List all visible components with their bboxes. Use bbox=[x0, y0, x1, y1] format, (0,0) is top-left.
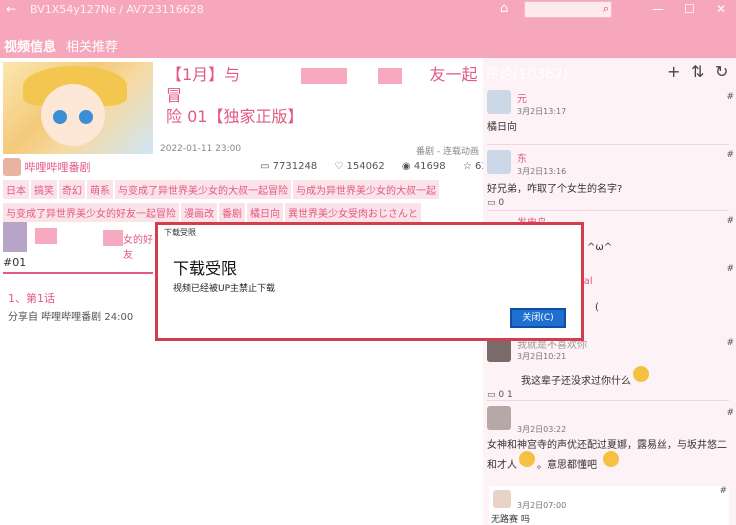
video-cover[interactable] bbox=[3, 62, 153, 154]
emoji-icon bbox=[603, 451, 619, 467]
comment-text: 无路赛 吗 bbox=[491, 515, 530, 525]
tag[interactable]: 日本 bbox=[3, 180, 29, 199]
add-icon[interactable]: + bbox=[667, 62, 680, 81]
search-input[interactable]: ⌕ bbox=[524, 1, 612, 18]
download-restricted-dialog: 下载受限 下载受限 视频已经被UP主禁止下载 关闭(C) bbox=[155, 222, 584, 341]
coins-stat[interactable]: ◉ 41698 bbox=[402, 161, 453, 172]
comment-time: 3月2日07:00 bbox=[517, 501, 567, 510]
dialog-title: 下载受限 bbox=[173, 259, 238, 278]
views-stat: ▭ 7731248 bbox=[260, 161, 318, 172]
comment-time: 3月2日10:21 bbox=[517, 352, 567, 361]
comment-likes[interactable]: ▭ 0 1 bbox=[487, 390, 513, 400]
comment-text: ( bbox=[595, 302, 599, 313]
tab-related[interactable]: 相关推荐 bbox=[66, 36, 118, 55]
refresh-icon[interactable]: ↻ bbox=[715, 62, 728, 81]
avatar[interactable] bbox=[487, 338, 511, 362]
tag[interactable]: 奇幻 bbox=[59, 180, 85, 199]
minimize-button[interactable]: — bbox=[652, 2, 664, 16]
comment-text: 我这辈子还没求过你什么 bbox=[521, 376, 631, 387]
tab-bar: 视频信息 相关推荐 bbox=[0, 20, 736, 58]
tag-list: 日本 搞笑 奇幻 萌系 与变成了异世界美少女的大叔一起冒险 与成为异世界美少女的大叔一起 … bbox=[3, 180, 481, 226]
back-arrow-icon[interactable]: ← bbox=[6, 2, 16, 16]
avatar bbox=[3, 158, 21, 176]
tag[interactable]: 与成为异世界美少女的大叔一起 bbox=[293, 180, 439, 199]
likes-stat[interactable]: ♡ 154062 bbox=[334, 161, 391, 172]
part-item[interactable]: 女的好友 bbox=[3, 222, 153, 261]
comment-text: 女神和神宫寺的声优还配过夏娜，露易丝，与坂井悠二 bbox=[487, 440, 727, 451]
comment-text: 。意思都懂吧 bbox=[537, 460, 597, 471]
comment-time: 3月2日13:16 bbox=[517, 167, 567, 176]
comment-author[interactable]: 东 bbox=[517, 150, 527, 165]
avatar[interactable] bbox=[487, 150, 511, 174]
sort-icon[interactable]: ⇅ bbox=[691, 62, 704, 81]
publish-date: 2022-01-11 23:00 bbox=[160, 144, 242, 154]
uploader[interactable]: 哔哩哔哩番剧 bbox=[3, 158, 91, 176]
tag[interactable]: 与变成了异世界美少女的好友一起冒险 bbox=[3, 203, 179, 222]
tag[interactable]: 漫画改 bbox=[181, 203, 217, 222]
comment-text: 好兄弟，咋取了个女生的名字? bbox=[487, 184, 623, 195]
tag[interactable]: 番剧 bbox=[219, 203, 245, 222]
comment-likes[interactable]: ▭ 0 bbox=[487, 198, 504, 208]
tag[interactable]: 萌系 bbox=[87, 180, 113, 199]
comment-text: 和才人 bbox=[487, 460, 517, 471]
tag[interactable]: 橘日向 bbox=[247, 203, 283, 222]
comment-card[interactable]: # 3月2日07:00 无路赛 吗 bbox=[489, 486, 729, 525]
tag[interactable]: 異世界美少女受肉おじさんと bbox=[285, 203, 421, 222]
avatar[interactable] bbox=[493, 490, 511, 508]
comment-author[interactable]: 元 bbox=[517, 90, 527, 105]
comment-text: 橘日向 bbox=[487, 122, 517, 133]
category[interactable]: 番剧 - 连载动画 bbox=[416, 144, 479, 157]
title-bar: ← BV1X54y127Ne / AV723116628 ⌂ ⌕ — ☐ ✕ bbox=[0, 0, 736, 20]
close-window-button[interactable]: ✕ bbox=[716, 2, 726, 16]
search-icon[interactable]: ⌕ bbox=[603, 2, 609, 16]
tag[interactable]: 与变成了异世界美少女的大叔一起冒险 bbox=[115, 180, 291, 199]
comments-header: 评论(10367) bbox=[485, 67, 569, 83]
part-thumbnail bbox=[3, 222, 27, 252]
comment-time: 3月2日03:22 bbox=[517, 425, 567, 434]
close-button[interactable]: 关闭(C) bbox=[510, 308, 566, 328]
home-icon[interactable]: ⌂ bbox=[500, 1, 508, 16]
dialog-caption: 下载受限 bbox=[164, 228, 196, 237]
episode-subtitle: 分享自 哔哩哔哩番剧 24:00 bbox=[8, 312, 134, 323]
tab-video-info[interactable]: 视频信息 bbox=[4, 36, 56, 55]
emoji-icon bbox=[633, 366, 649, 382]
part-underline bbox=[3, 272, 153, 274]
maximize-button[interactable]: ☐ bbox=[684, 2, 695, 16]
tag[interactable]: 搞笑 bbox=[31, 180, 57, 199]
dialog-message: 视频已经被UP主禁止下载 bbox=[173, 284, 276, 294]
video-title: 【1月】与 友一起冒 险 01【独家正版】 bbox=[166, 65, 478, 126]
episode-title: 1、第1话 bbox=[8, 292, 55, 305]
comment-text: ^ω^ bbox=[587, 242, 613, 253]
avatar[interactable] bbox=[487, 90, 511, 114]
episode-number: #01 bbox=[3, 256, 27, 269]
window-title: BV1X54y127Ne / AV723116628 bbox=[30, 3, 204, 16]
emoji-icon bbox=[519, 451, 535, 467]
comment-time: 3月2日13:17 bbox=[517, 107, 567, 116]
avatar[interactable] bbox=[487, 406, 511, 430]
